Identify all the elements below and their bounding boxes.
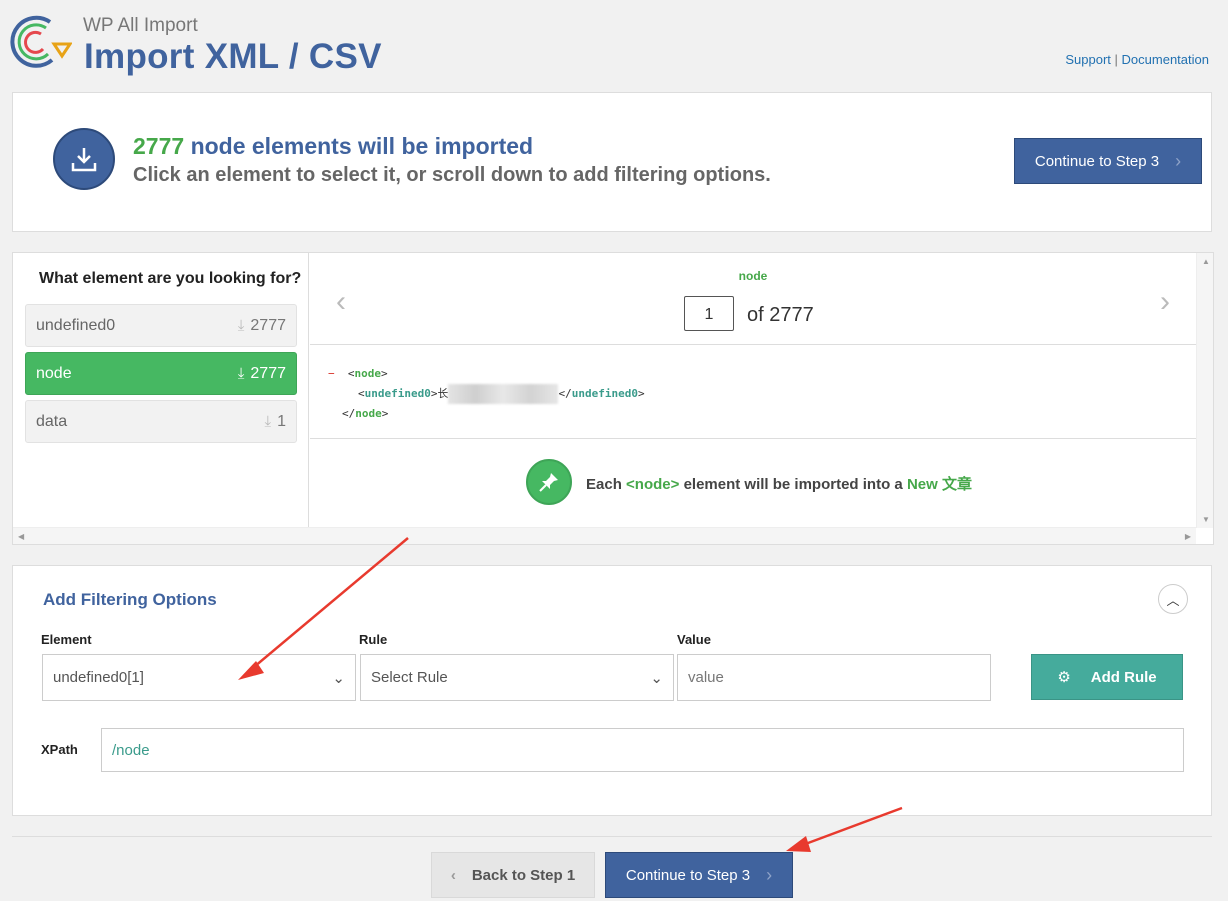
element-preview: node ‹ › 1 of 2777 − <node> <undefined0>… (310, 253, 1196, 528)
element-list: What element are you looking for? undefi… (13, 253, 309, 528)
header-links: Support | Documentation (1065, 52, 1209, 67)
element-select-value: undefined0[1] (53, 669, 144, 686)
import-node-tag: <node> (626, 476, 680, 493)
next-record-icon[interactable]: › (1160, 285, 1170, 319)
xml-preview: − <node> <undefined0>长 </undefined0> </no… (328, 367, 645, 420)
import-instructions: Click an element to select it, or scroll… (133, 164, 771, 186)
xml-child-close-tag: undefined0 (571, 387, 638, 400)
support-link[interactable]: Support (1065, 52, 1111, 67)
record-total: of 2777 (747, 304, 814, 326)
element-label: undefined0 (36, 316, 116, 334)
import-count-line: 2777 node elements will be imported (133, 133, 533, 160)
element-item-data[interactable]: data ⤓ 1 (25, 400, 297, 443)
xpath-value: /node (112, 741, 150, 759)
blurred-value (448, 384, 559, 404)
documentation-link[interactable]: Documentation (1122, 52, 1209, 67)
preview-node-label: node (738, 269, 768, 283)
rule-field-label: Rule (359, 632, 388, 647)
element-selection-panel: What element are you looking for? undefi… (12, 252, 1214, 545)
rule-select-value: Select Rule (371, 669, 448, 686)
wp-all-import-logo (10, 14, 73, 70)
pushpin-icon (526, 459, 572, 505)
scroll-left-icon[interactable]: ◀ (18, 532, 24, 541)
scroll-right-icon[interactable]: ▶ (1185, 532, 1191, 541)
import-target-description: Each <node> element will be imported int… (586, 476, 972, 493)
continue-step3-button-top[interactable]: Continue to Step 3 › (1014, 138, 1202, 184)
filtering-options-panel: Add Filtering Options ︿ Element Rule Val… (12, 565, 1212, 816)
chevron-left-icon: ‹ (450, 866, 456, 884)
continue-label: Continue to Step 3 (625, 866, 751, 884)
chevron-right-icon: › (1175, 150, 1182, 171)
import-summary-box: 2777 node elements will be imported Clic… (12, 92, 1212, 232)
download-small-icon: ⤓ (237, 317, 245, 334)
value-input[interactable]: value (677, 654, 991, 701)
xml-close-tag: node (355, 407, 382, 420)
scroll-up-icon[interactable]: ▲ (1202, 257, 1210, 266)
chevron-right-icon: › (766, 864, 773, 885)
import-count-text: node elements will be imported (190, 133, 534, 159)
collapse-panel-icon[interactable]: ︿ (1158, 584, 1188, 614)
element-count: 2777 (250, 316, 286, 334)
element-item-undefined0[interactable]: undefined0 ⤓ 2777 (25, 304, 297, 347)
element-label: node (36, 364, 72, 382)
back-to-step1-button[interactable]: ‹ Back to Step 1 (431, 852, 595, 898)
previous-record-icon[interactable]: ‹ (336, 285, 346, 319)
add-rule-label: Add Rule (1090, 668, 1157, 686)
divider (310, 438, 1196, 439)
download-small-icon: ⤓ (237, 365, 245, 382)
element-field-label: Element (41, 632, 92, 647)
xpath-label: XPath (41, 742, 78, 757)
element-count: 2777 (250, 364, 286, 382)
continue-step3-button-bottom[interactable]: Continue to Step 3 › (605, 852, 793, 898)
horizontal-scrollbar[interactable]: ◀ ▶ (13, 527, 1196, 544)
import-count: 2777 (133, 133, 185, 159)
brand-name: WP All Import (83, 15, 198, 36)
element-count: 1 (277, 412, 286, 430)
download-small-icon: ⤓ (264, 413, 272, 430)
page-title: Import XML / CSV (84, 37, 382, 76)
divider (310, 344, 1196, 345)
xpath-input[interactable]: /node (101, 728, 1184, 772)
collapse-node-icon[interactable]: − (328, 367, 335, 380)
vertical-scrollbar[interactable]: ▲ ▼ (1196, 253, 1213, 528)
filtering-options-title: Add Filtering Options (43, 590, 217, 609)
links-separator: | (1114, 52, 1118, 67)
rule-select[interactable]: Select Rule ⌄ (360, 654, 674, 701)
add-rule-button[interactable]: ⚙ Add Rule (1031, 654, 1183, 700)
xml-child-tag[interactable]: undefined0 (365, 387, 431, 400)
xml-child-value: 长 (437, 387, 449, 400)
record-number-input[interactable]: 1 (684, 296, 734, 331)
chevron-down-icon: ⌄ (650, 669, 663, 687)
download-icon (53, 128, 115, 190)
value-placeholder: value (688, 669, 724, 686)
element-select[interactable]: undefined0[1] ⌄ (42, 654, 356, 701)
element-item-node[interactable]: node ⤓ 2777 (25, 352, 297, 395)
chevron-down-icon: ⌄ (332, 669, 345, 687)
footer-divider (12, 836, 1212, 837)
continue-label: Continue to Step 3 (1034, 152, 1160, 170)
scroll-down-icon[interactable]: ▼ (1202, 515, 1210, 524)
xml-open-tag[interactable]: node (355, 367, 382, 380)
annotation-arrowhead-continue (786, 836, 811, 852)
element-list-heading: What element are you looking for? (39, 270, 302, 287)
import-target-type: New 文章 (906, 476, 972, 493)
gears-icon: ⚙ (1057, 669, 1071, 686)
element-label: data (36, 412, 68, 430)
value-field-label: Value (677, 632, 711, 647)
back-label: Back to Step 1 (471, 866, 576, 884)
